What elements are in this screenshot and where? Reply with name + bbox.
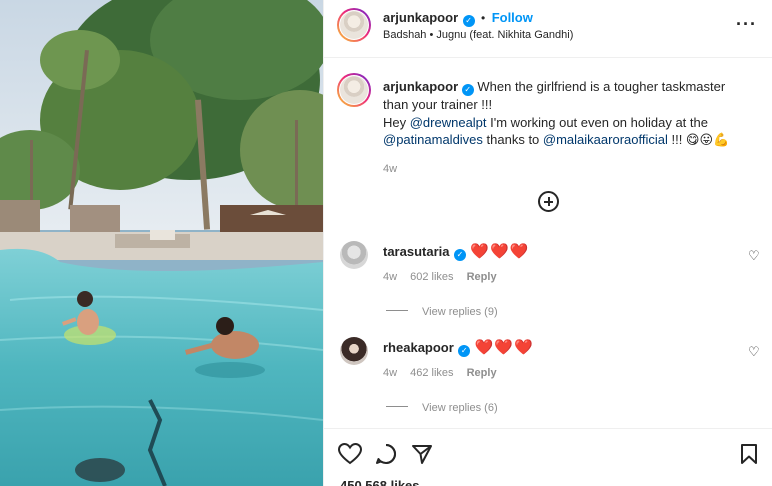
- comment-time: 4w: [383, 367, 398, 379]
- follow-button[interactable]: Follow: [492, 10, 533, 25]
- replies-divider: [386, 406, 408, 408]
- replies-divider: [386, 310, 408, 312]
- reply-button[interactable]: Reply: [467, 367, 497, 379]
- comment-text: ❤️❤️❤️: [474, 339, 534, 356]
- caption-hey: Hey: [383, 114, 410, 130]
- post-caption: arjunkapoor ✓ When the girlfriend is a t…: [383, 78, 753, 178]
- comment-username[interactable]: tarasutaria: [383, 244, 449, 259]
- caption-avatar[interactable]: [337, 73, 371, 107]
- likes-count[interactable]: 450,568 likes: [340, 478, 420, 486]
- comment-avatar[interactable]: [340, 241, 368, 269]
- comment-icon[interactable]: [375, 443, 397, 465]
- caption-thanks: thanks to: [482, 132, 543, 147]
- heart-icon[interactable]: [338, 443, 362, 465]
- verified-badge-icon: ✓: [462, 15, 475, 27]
- caption-line3: !!! 😋😛💪: [667, 132, 730, 147]
- reply-button[interactable]: Reply: [467, 271, 497, 283]
- mention-drewnealpt[interactable]: @drewnealpt: [410, 115, 487, 130]
- post-header: arjunkapoor ✓ • Follow Badshah • Jugnu (…: [324, 0, 772, 58]
- mention-malaikaaroraofficial[interactable]: @malaikaaroraofficial: [543, 132, 668, 147]
- pool-scene-image: [0, 0, 323, 486]
- dot-separator: •: [481, 11, 486, 25]
- comment-like-heart-icon[interactable]: ♡: [748, 248, 760, 264]
- verified-badge-icon: ✓: [453, 249, 466, 261]
- author-username[interactable]: arjunkapoor: [383, 10, 458, 25]
- bookmark-icon[interactable]: [740, 443, 758, 465]
- comment-likes[interactable]: 462 likes: [410, 367, 453, 379]
- verified-badge-icon: ✓: [461, 84, 474, 96]
- comment-likes[interactable]: 602 likes: [410, 271, 453, 283]
- instagram-post-dialog: arjunkapoor ✓ • Follow Badshah • Jugnu (…: [0, 0, 772, 486]
- more-options-icon[interactable]: ···: [736, 14, 757, 35]
- comment-time: 4w: [383, 271, 398, 283]
- post-video[interactable]: [0, 0, 323, 486]
- caption-username[interactable]: arjunkapoor: [383, 79, 458, 94]
- view-replies-button[interactable]: View replies (6): [422, 402, 498, 414]
- caption-time: 4w: [383, 162, 398, 175]
- comment-text: ❤️❤️❤️: [470, 243, 530, 260]
- post-details-panel: arjunkapoor ✓ • Follow Badshah • Jugnu (…: [323, 0, 772, 486]
- comment-like-heart-icon[interactable]: ♡: [748, 344, 760, 360]
- caption-line2: I'm working out even on holiday at the: [486, 114, 708, 130]
- author-avatar[interactable]: [337, 8, 371, 42]
- comment-avatar[interactable]: [340, 337, 368, 365]
- verified-badge-icon: ✓: [458, 345, 471, 357]
- comment-username[interactable]: rheakapoor: [383, 340, 454, 355]
- audio-track[interactable]: Badshah • Jugnu (feat. Nikhita Gandhi): [383, 29, 573, 41]
- load-more-comments-icon[interactable]: [538, 191, 559, 212]
- share-icon[interactable]: [411, 443, 433, 465]
- mention-patinamaldives[interactable]: @patinamaldives: [383, 132, 483, 147]
- view-replies-button[interactable]: View replies (9): [422, 306, 498, 318]
